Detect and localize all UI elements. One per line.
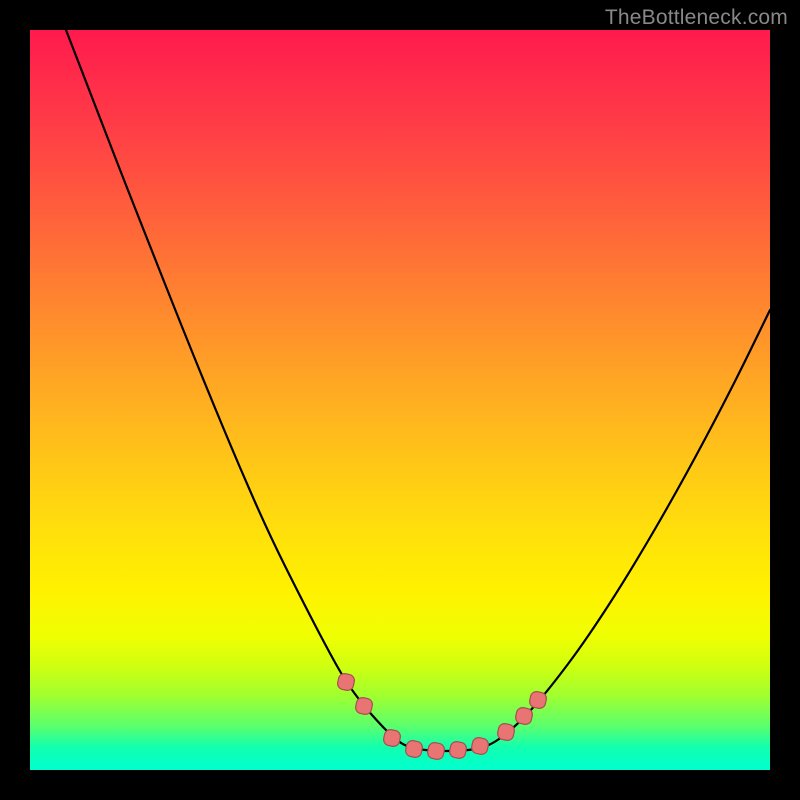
plot-area [30, 30, 770, 770]
curve-marker [383, 729, 402, 748]
watermark-text: TheBottleneck.com [605, 6, 788, 30]
curve-marker [427, 742, 446, 761]
bottleneck-curve [66, 30, 770, 751]
chart-svg [30, 30, 770, 770]
chart-frame: TheBottleneck.com [0, 0, 800, 800]
marker-group [337, 673, 548, 761]
curve-marker [405, 740, 424, 759]
curve-marker [471, 737, 490, 756]
curve-marker [449, 741, 468, 760]
curve-marker [337, 673, 356, 692]
